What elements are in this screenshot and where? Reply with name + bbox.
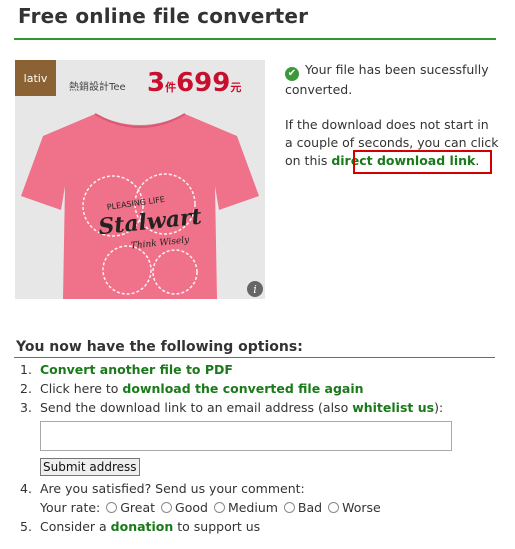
rate-worse-radio[interactable] xyxy=(328,502,340,513)
rate-great-radio[interactable] xyxy=(106,502,118,513)
donation-link[interactable]: donation xyxy=(111,519,174,534)
option-number: 3. xyxy=(20,400,32,415)
option-text: Click here to xyxy=(40,381,123,396)
options-list: 1. Convert another file to PDF 2. Click … xyxy=(18,360,498,536)
option-item-redownload: 2. Click here to download the converted … xyxy=(18,379,498,398)
submit-address-button[interactable]: Submit address xyxy=(40,458,140,476)
option-number: 5. xyxy=(20,519,32,534)
rate-medium-radio[interactable] xyxy=(213,502,225,513)
option-number: 1. xyxy=(20,362,32,377)
whitelist-link[interactable]: whitelist us xyxy=(352,400,434,415)
rate-good-label[interactable]: Good xyxy=(175,500,208,515)
option-text: Send the download link to an email addre… xyxy=(40,400,353,415)
success-check-icon: ✔ xyxy=(285,67,299,81)
ad-product-text: 熱銷設計Tee xyxy=(69,82,126,93)
download-again-link[interactable]: download the converted file again xyxy=(122,381,363,396)
option-text: Are you satisfied? Send us your comment: xyxy=(40,481,305,496)
convert-another-file-link[interactable]: Convert another file to PDF xyxy=(40,362,233,377)
option-item-email: 3. Send the download link to an email ad… xyxy=(18,398,498,479)
page-title: Free online file converter xyxy=(18,4,309,28)
ad-brand-logo: lativ xyxy=(15,60,56,96)
rate-bad-label[interactable]: Bad xyxy=(298,500,322,515)
rate-great-label[interactable]: Great xyxy=(120,500,155,515)
option-item-feedback: 4. Are you satisfied? Send us your comme… xyxy=(18,479,498,517)
ad-price-value: 699 xyxy=(176,68,231,98)
rating-row: Your rate: Great Good Medium Bad Worse xyxy=(40,498,498,517)
conversion-status: ✔ Your file has been sucessfully converte… xyxy=(285,61,500,99)
option-text-suffix: ): xyxy=(434,400,444,415)
options-divider xyxy=(14,357,495,358)
rate-good-radio[interactable] xyxy=(161,502,173,513)
rate-worse-label[interactable]: Worse xyxy=(342,500,381,515)
option-item-donation: 5. Consider a donation to support us xyxy=(18,517,498,536)
rate-label: Your rate: xyxy=(40,500,101,515)
status-message: Your file has been sucessfully converted… xyxy=(285,62,489,97)
options-heading: You now have the following options: xyxy=(16,339,303,355)
rate-medium-label[interactable]: Medium xyxy=(228,500,278,515)
ad-info-icon[interactable]: i xyxy=(247,281,263,297)
ad-price-count: 3 xyxy=(147,68,166,98)
option-number: 4. xyxy=(20,481,32,496)
option-text: Consider a xyxy=(40,519,111,534)
option-text-suffix: to support us xyxy=(173,519,261,534)
ad-price-unit: 件 xyxy=(165,81,177,94)
option-number: 2. xyxy=(20,381,32,396)
ad-price: 3件699元 xyxy=(147,68,241,98)
tshirt-image: PLEASING LIFE Stalwart Think Wisely xyxy=(21,113,259,299)
ad-price-currency: 元 xyxy=(230,81,242,94)
email-field[interactable] xyxy=(40,421,452,451)
rate-bad-radio[interactable] xyxy=(283,502,295,513)
advertisement[interactable]: lativ 熱銷設計Tee 3件699元 PLEASING LIFE Stalw… xyxy=(15,60,265,299)
option-item-convert: 1. Convert another file to PDF xyxy=(18,360,498,379)
highlight-box xyxy=(353,150,492,174)
title-divider xyxy=(14,38,496,40)
